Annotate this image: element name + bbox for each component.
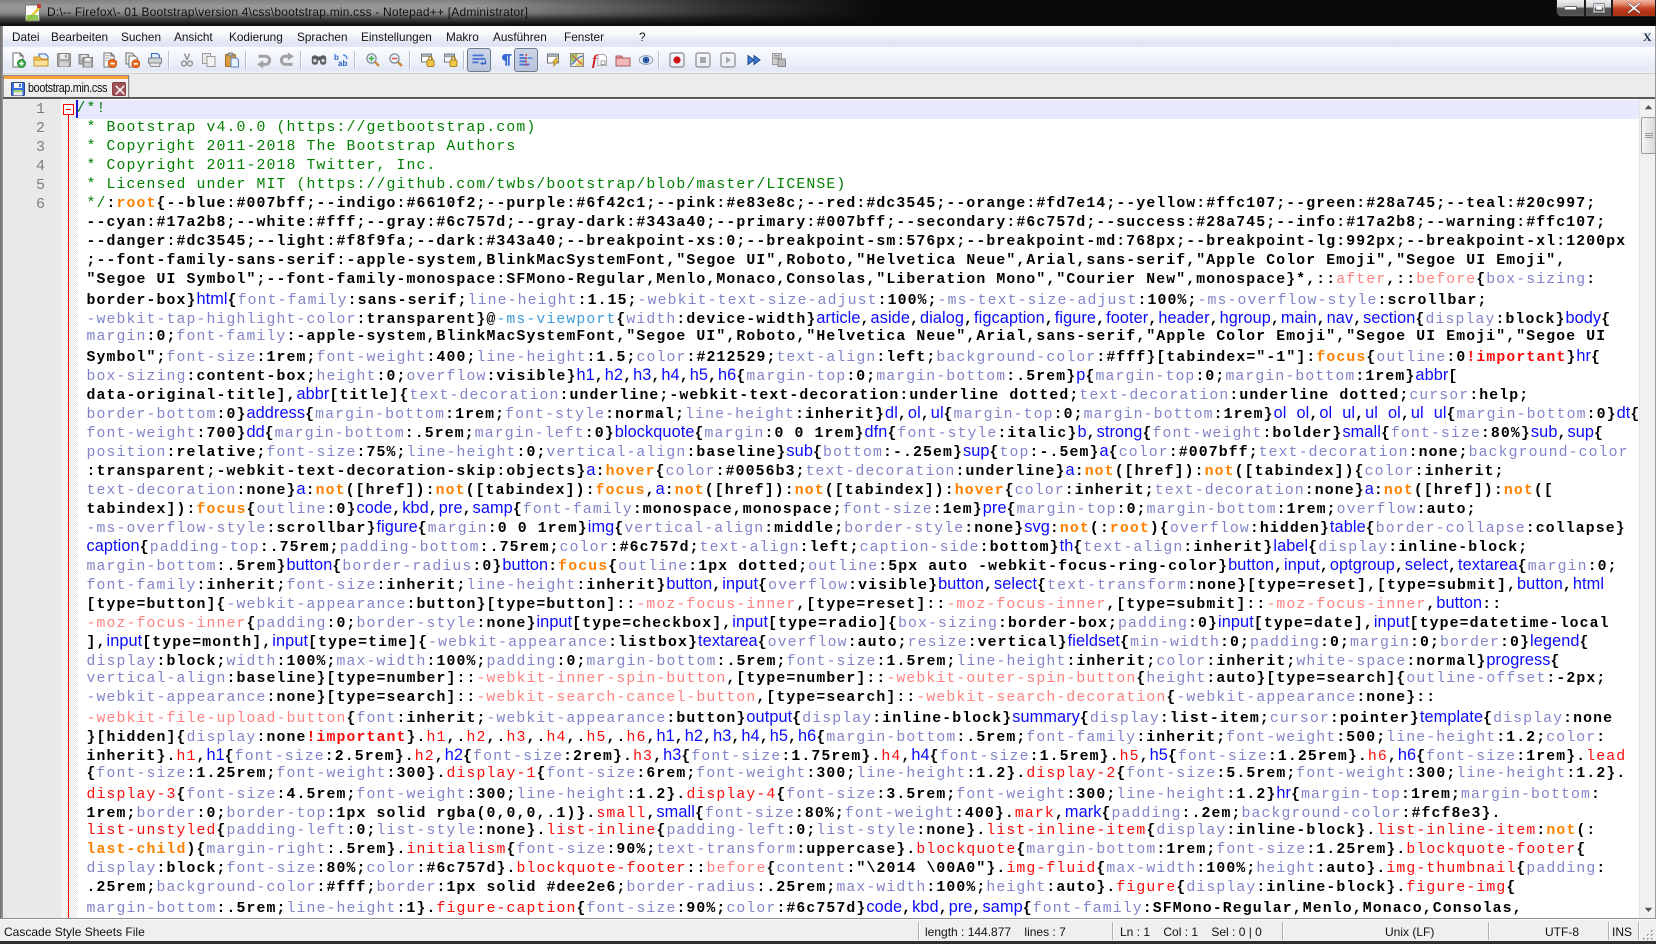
svg-text:ab: ab xyxy=(338,59,347,68)
